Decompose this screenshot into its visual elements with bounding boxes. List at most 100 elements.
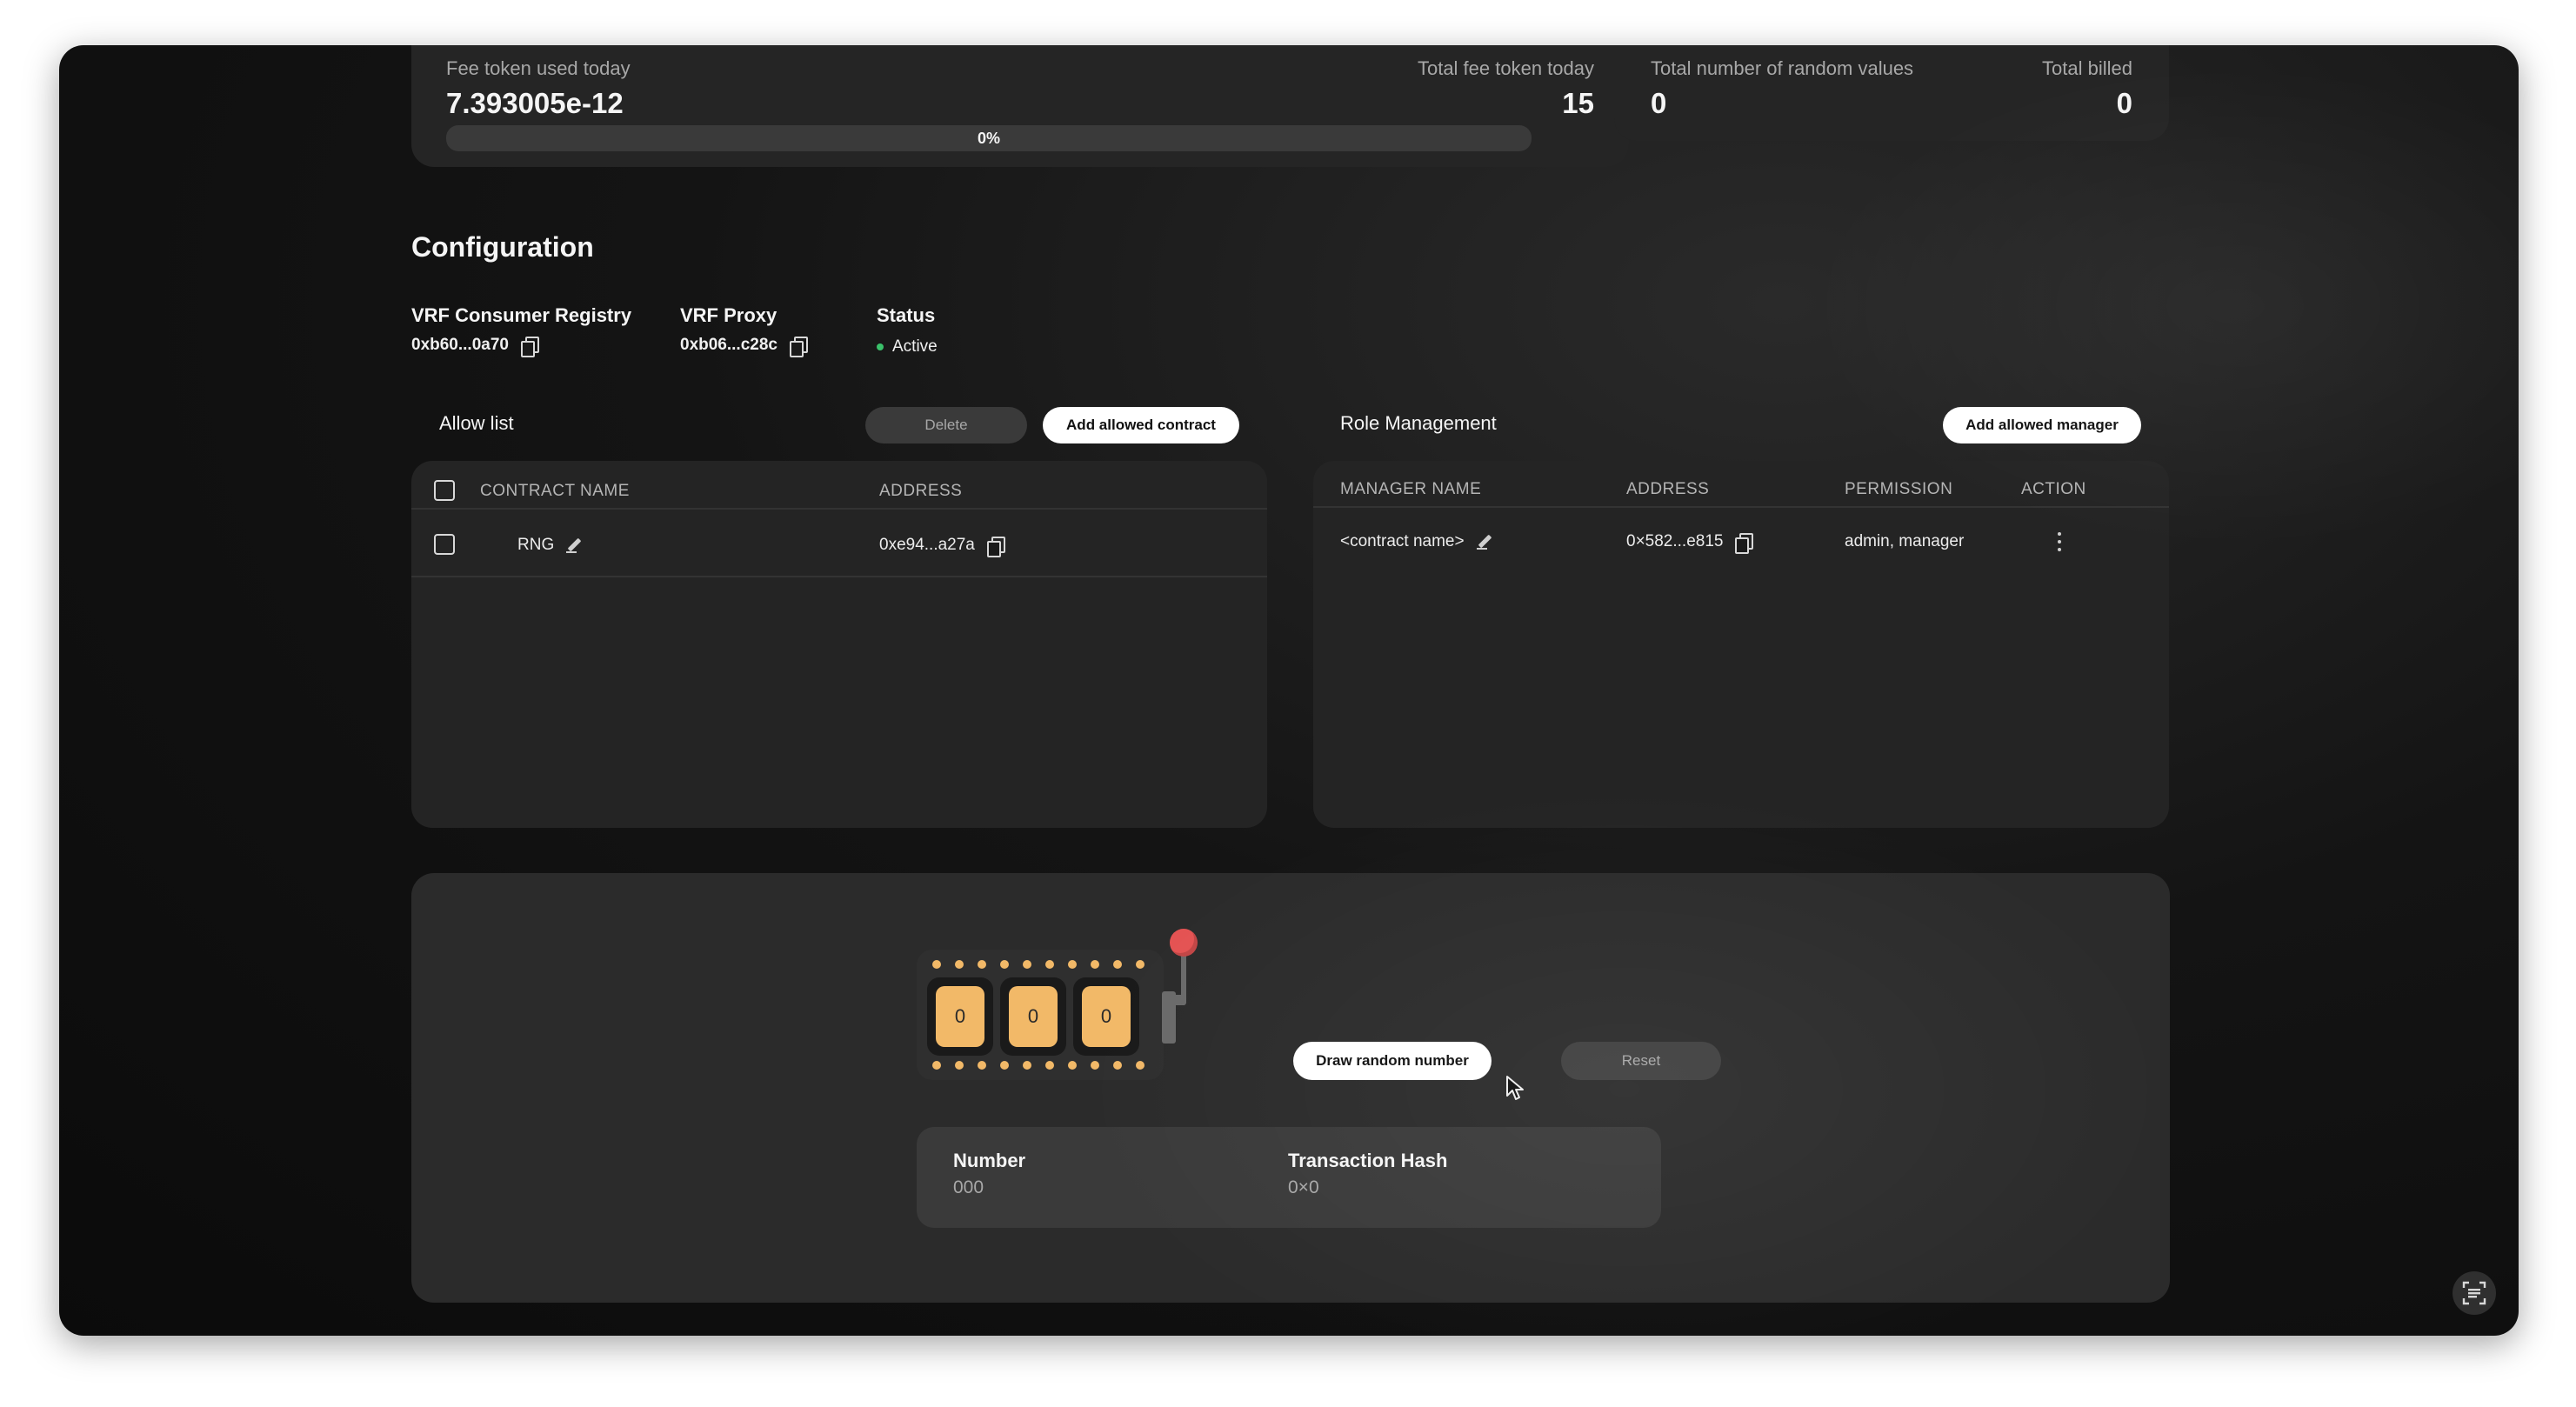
number-label: Number [953, 1150, 1026, 1171]
proxy-label: VRF Proxy [680, 304, 777, 326]
contract-name-cell: RNG [517, 536, 582, 555]
delete-button[interactable]: Delete [865, 407, 1027, 443]
header-divider [411, 508, 1267, 510]
draw-panel: 0 0 0 Draw random number Reset Number 00… [411, 873, 2170, 1303]
manager-name-cell: <contract name> [1340, 532, 1492, 551]
reset-button[interactable]: Reset [1561, 1042, 1721, 1080]
fee-progress-text: 0% [977, 130, 1000, 147]
lever-handle-icon[interactable] [1170, 929, 1198, 957]
allow-list-table: CONTRACT NAME ADDRESS RNG 0xe94...a27a [411, 461, 1267, 828]
transaction-hash-label: Transaction Hash [1288, 1150, 1448, 1171]
bulb-icon [1113, 1061, 1122, 1070]
edit-icon[interactable] [566, 537, 582, 553]
fee-token-used-value: 7.393005e-12 [446, 87, 624, 119]
draw-result-card: Number 000 Transaction Hash 0×0 [917, 1127, 1661, 1228]
slot-machine: 0 0 0 [917, 950, 1164, 1080]
mouse-cursor-icon [1506, 1076, 1524, 1100]
row-checkbox[interactable] [434, 534, 455, 555]
manager-permission: admin, manager [1845, 532, 1965, 550]
bulb-icon [932, 1061, 941, 1070]
total-billed-label: Total billed [2042, 57, 2132, 79]
copy-icon[interactable] [1735, 533, 1754, 554]
copy-icon[interactable] [986, 537, 1005, 557]
random-values-value: 0 [1651, 87, 1667, 119]
column-header: CONTRACT NAME [480, 482, 630, 500]
bulb-icon [955, 1061, 964, 1070]
bulb-icon [955, 960, 964, 969]
add-allowed-contract-button[interactable]: Add allowed contract [1043, 407, 1239, 443]
total-fee-value: 15 [1562, 87, 1594, 119]
bulb-icon [1045, 960, 1054, 969]
bulb-icon [1023, 1061, 1031, 1070]
bulb-icon [1068, 960, 1077, 969]
manager-name: <contract name> [1340, 532, 1465, 550]
bulb-icon [1023, 960, 1031, 969]
row-divider [411, 576, 1267, 577]
contract-address-cell: 0xe94...a27a [879, 536, 1005, 557]
bulb-icon [1068, 1061, 1077, 1070]
status-dot-icon [877, 343, 884, 350]
permission-cell: admin, manager [1845, 532, 1964, 551]
proxy-value-row: 0xb06...c28c [680, 336, 808, 357]
transaction-hash-value: 0×0 [1288, 1177, 1319, 1197]
status-label: Status [877, 304, 936, 326]
status-value-row: Active [877, 337, 938, 357]
add-allowed-manager-button[interactable]: Add allowed manager [1943, 407, 2141, 443]
manager-address-cell: 0×582...e815 [1626, 532, 1754, 554]
select-all-checkbox[interactable] [434, 480, 455, 501]
reels: 0 0 0 [927, 977, 1139, 1056]
bulb-icon [1091, 960, 1099, 969]
role-management-title: Role Management [1340, 412, 1497, 434]
scan-button[interactable] [2453, 1271, 2496, 1315]
manager-address: 0×582...e815 [1626, 532, 1724, 550]
reel-frame: 0 [1073, 977, 1139, 1056]
copy-icon[interactable] [789, 337, 808, 357]
bulb-icon [932, 960, 941, 969]
draw-random-number-button[interactable]: Draw random number [1293, 1042, 1492, 1080]
random-stats-card: Total number of random values 0 Total bi… [1614, 45, 2169, 141]
column-header: MANAGER NAME [1340, 480, 1482, 498]
header-divider [1313, 506, 2169, 508]
role-management-table: MANAGER NAME ADDRESS PERMISSION ACTION <… [1313, 461, 2169, 828]
top-bulbs [932, 960, 1145, 969]
number-value: 000 [953, 1177, 984, 1197]
bulb-icon [1136, 960, 1145, 969]
column-header: ADDRESS [879, 482, 963, 500]
bulb-icon [978, 1061, 986, 1070]
allow-list-title: Allow list [439, 412, 514, 434]
more-actions-icon[interactable] [2057, 532, 2062, 551]
contract-address: 0xe94...a27a [879, 536, 975, 554]
edit-icon[interactable] [1476, 534, 1492, 550]
column-header: ADDRESS [1626, 480, 1710, 498]
configuration-title: Configuration [411, 231, 594, 263]
bulb-icon [978, 960, 986, 969]
bottom-bulbs [932, 1061, 1145, 1070]
contract-name: RNG [517, 536, 555, 554]
app-window: Fee token used today 7.393005e-12 Total … [59, 45, 2519, 1336]
fee-stats-card: Fee token used today 7.393005e-12 Total … [411, 45, 1629, 167]
lever-base [1162, 991, 1176, 1044]
random-values-label: Total number of random values [1651, 57, 1914, 79]
proxy-address: 0xb06...c28c [680, 336, 777, 354]
reel-digit: 0 [936, 986, 984, 1047]
total-billed-value: 0 [2116, 87, 2132, 119]
copy-icon[interactable] [520, 337, 539, 357]
bulb-icon [1136, 1061, 1145, 1070]
scan-icon [2462, 1281, 2486, 1305]
bulb-icon [1113, 960, 1122, 969]
fee-token-used-label: Fee token used today [446, 57, 631, 79]
reel-frame: 0 [927, 977, 993, 1056]
bulb-icon [1045, 1061, 1054, 1070]
reel-digit: 0 [1082, 986, 1131, 1047]
bulb-icon [1091, 1061, 1099, 1070]
status-value: Active [892, 337, 938, 356]
bulb-icon [1000, 960, 1009, 969]
reel-digit: 0 [1009, 986, 1058, 1047]
fee-progress-bar: 0% [446, 125, 1532, 151]
reel-frame: 0 [1000, 977, 1066, 1056]
bulb-icon [1000, 1061, 1009, 1070]
registry-value-row: 0xb60...0a70 [411, 336, 539, 357]
total-fee-label: Total fee token today [1417, 57, 1594, 79]
registry-label: VRF Consumer Registry [411, 304, 632, 326]
registry-address: 0xb60...0a70 [411, 336, 509, 354]
